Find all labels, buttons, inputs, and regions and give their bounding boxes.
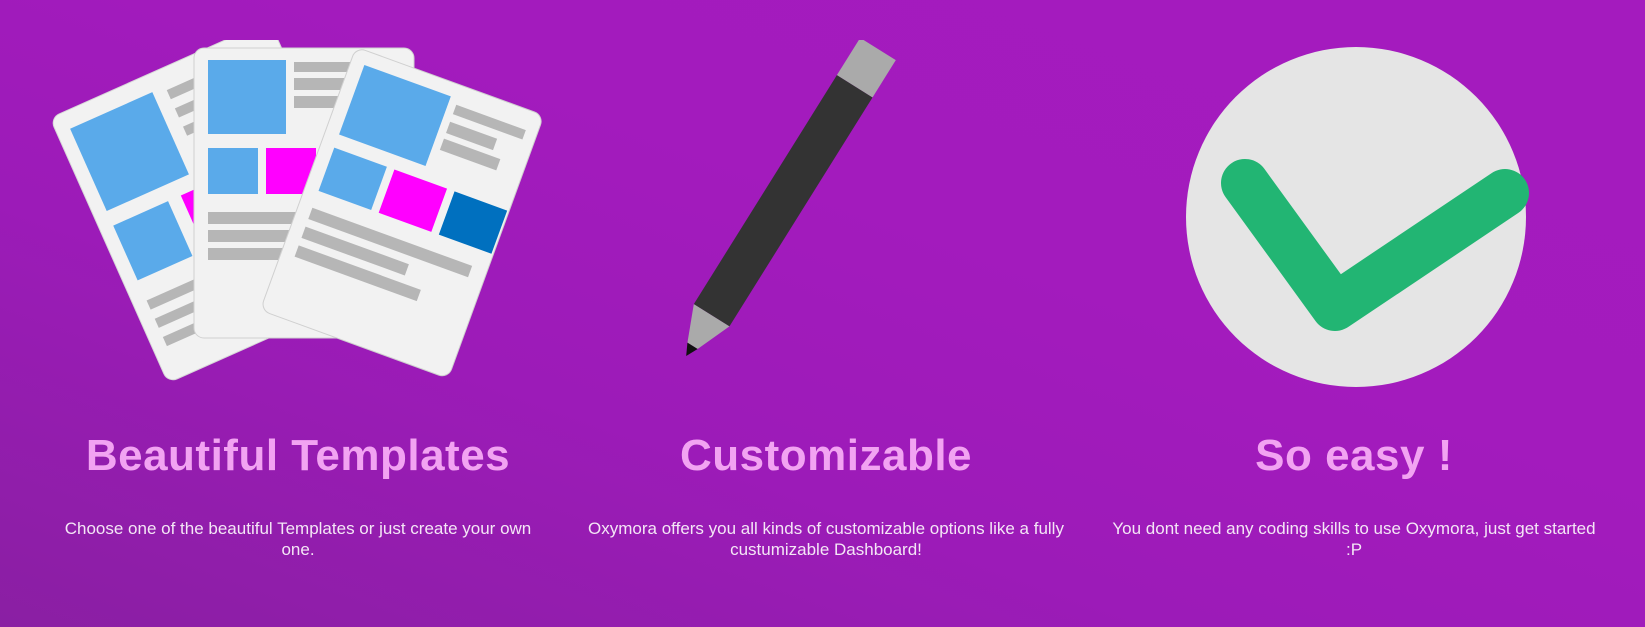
feature-description: You dont need any coding skills to use O… bbox=[1112, 519, 1596, 559]
feature-customizable: Customizable Oxymora offers you all kind… bbox=[566, 0, 1086, 627]
feature-title: Customizable bbox=[679, 431, 973, 480]
feature-description: Choose one of the beautiful Templates or… bbox=[64, 519, 532, 559]
feature-templates: Beautiful Templates Choose one of the be… bbox=[38, 0, 558, 627]
features-section: Beautiful Templates Choose one of the be… bbox=[0, 0, 1645, 627]
checkmark-circle-icon bbox=[1094, 40, 1614, 400]
feature-description: Oxymora offers you all kinds of customiz… bbox=[588, 519, 1064, 559]
feature-title: So easy ! bbox=[1255, 431, 1453, 480]
pencil-icon bbox=[566, 40, 1086, 400]
feature-title: Beautiful Templates bbox=[85, 431, 511, 480]
documents-stack-icon bbox=[38, 40, 558, 400]
feature-easy: So easy ! You dont need any coding skill… bbox=[1094, 0, 1614, 627]
